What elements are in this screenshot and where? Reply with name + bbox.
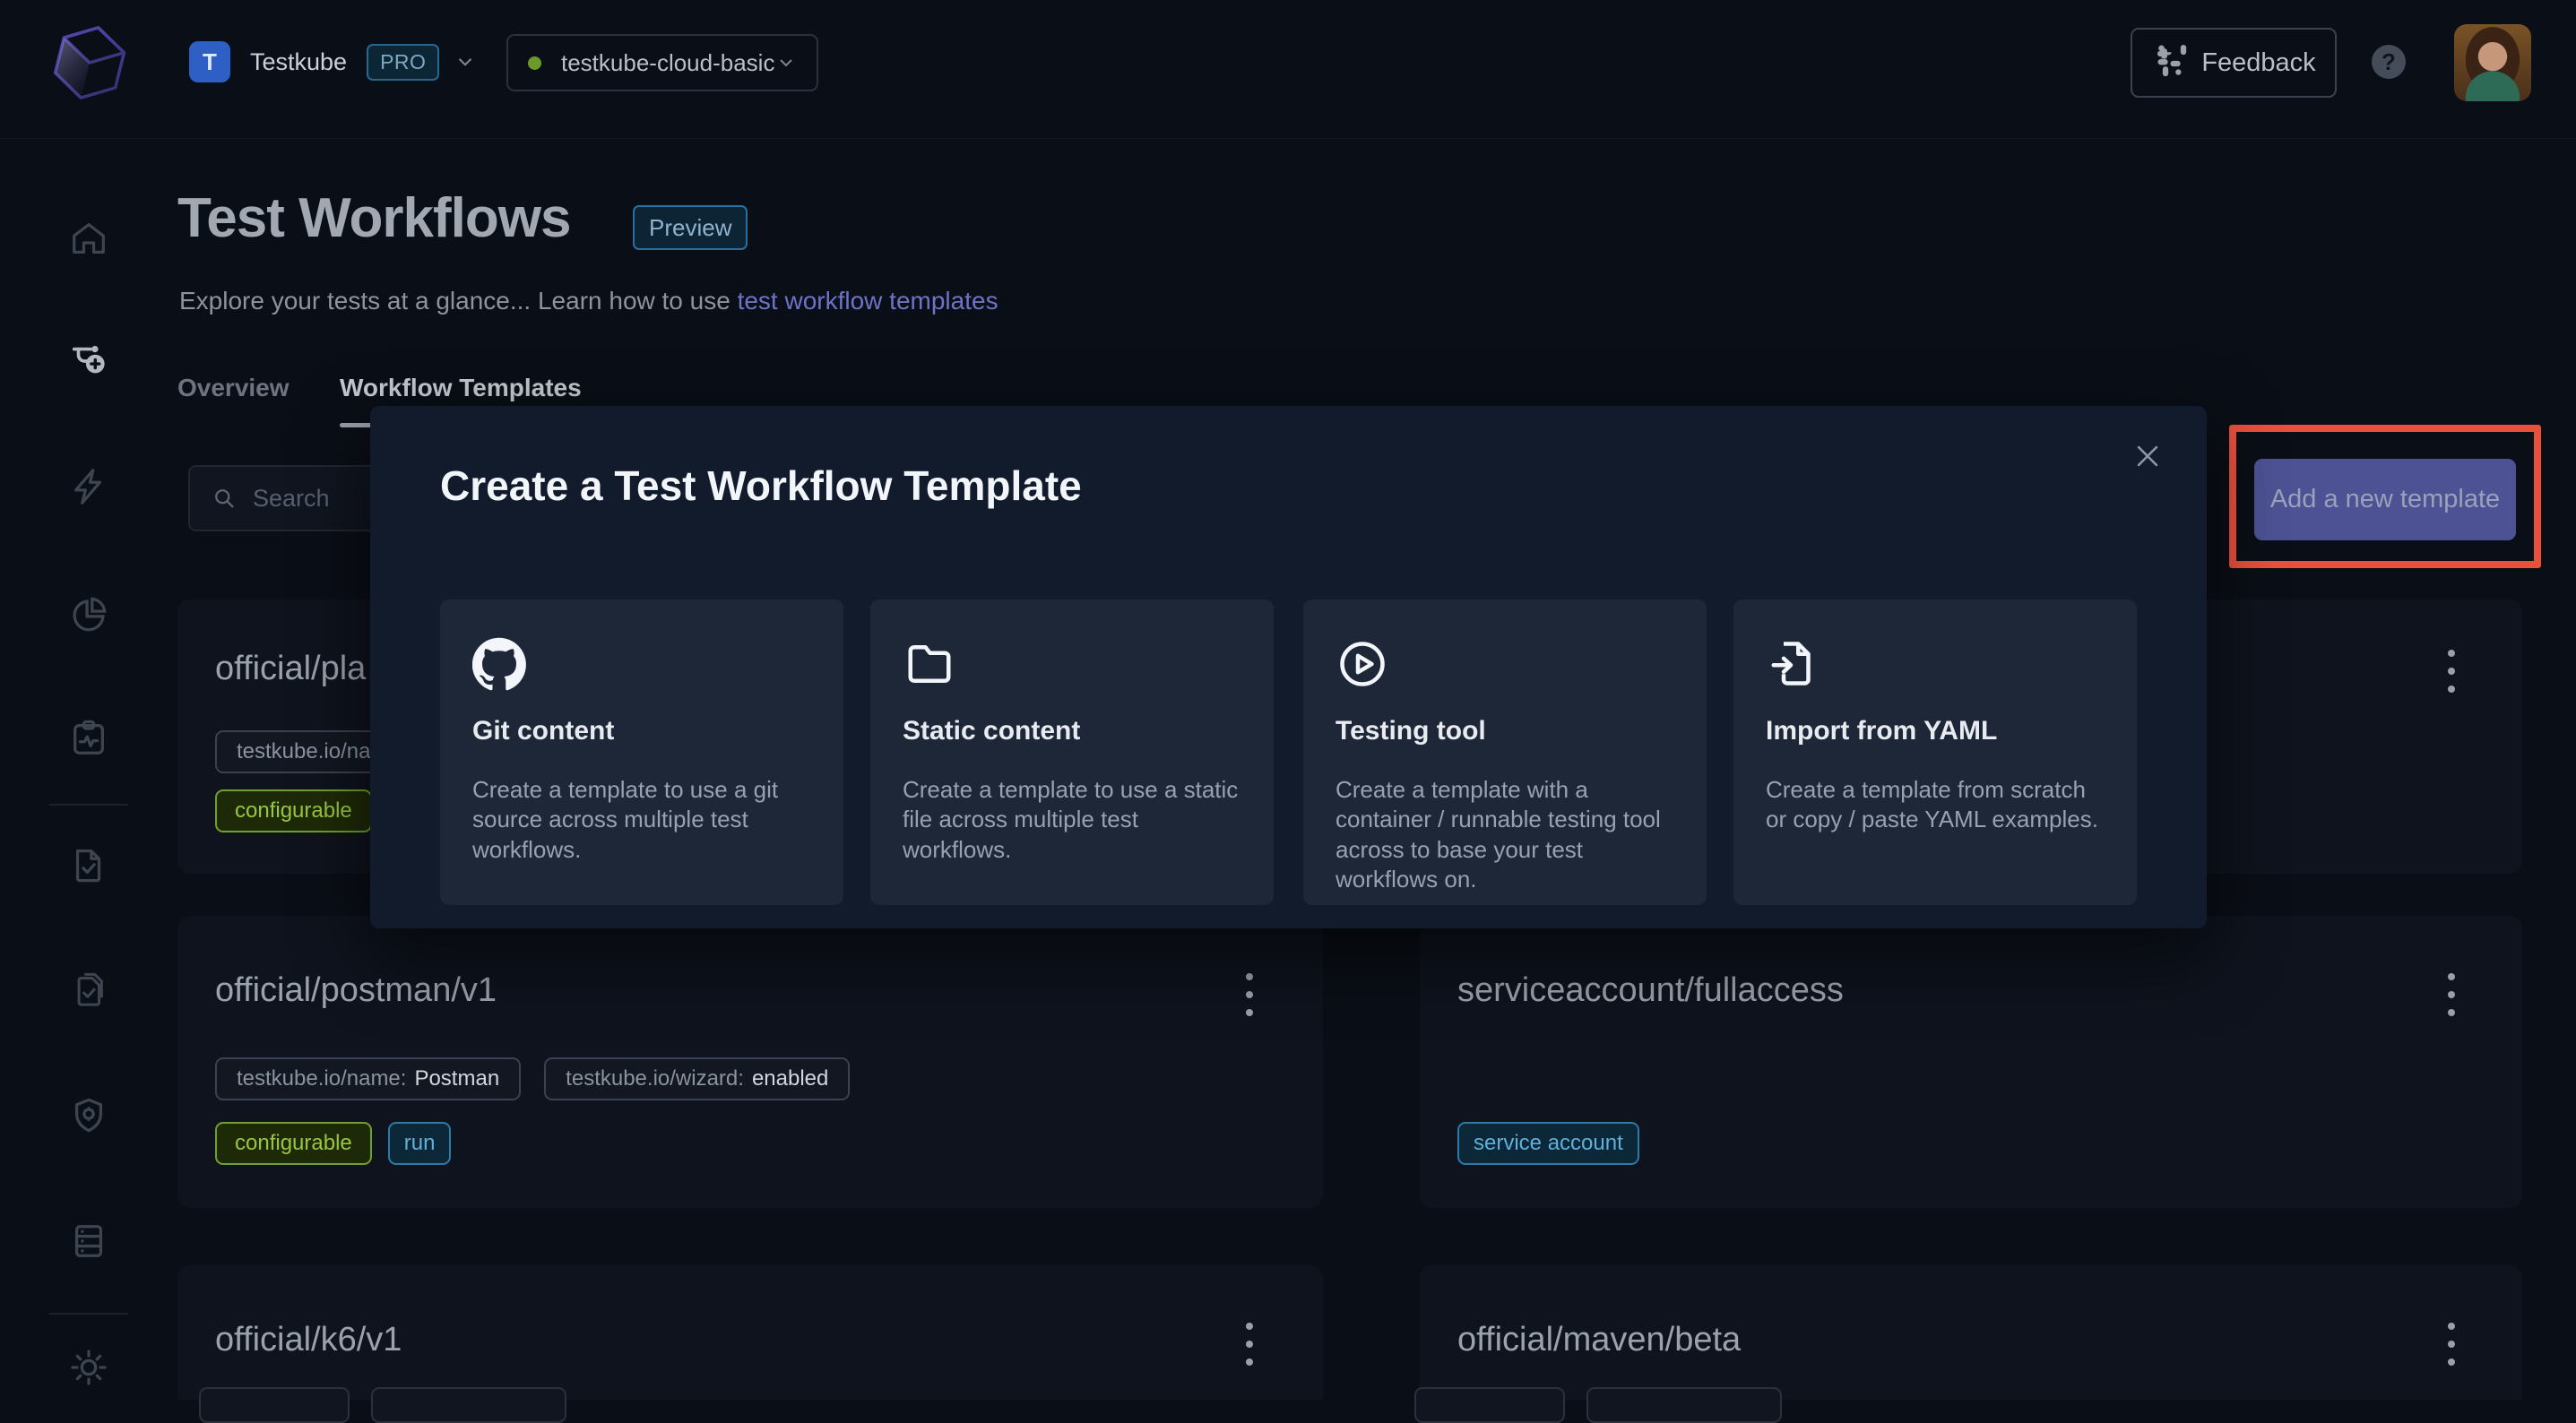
chevron-down-icon (454, 50, 477, 73)
environment-selector[interactable]: testkube-cloud-basic (506, 34, 818, 91)
modal-card-import-yaml[interactable]: Import from YAML Create a template from … (1733, 599, 2137, 905)
sidebar-item-monitoring[interactable] (68, 717, 109, 758)
kebab-menu-icon[interactable] (1232, 968, 1267, 1022)
folder-icon (903, 637, 956, 691)
configurable-badge: configurable (215, 1122, 372, 1165)
template-card-maven[interactable]: official/maven/beta (1420, 1265, 2522, 1400)
label-key: testkube.io/wizard: (566, 1066, 744, 1091)
play-circle-icon (1336, 637, 1389, 691)
modal-card-title: Git content (472, 716, 614, 746)
sidebar-item-home[interactable] (68, 218, 109, 259)
testkube-logo-icon (47, 16, 133, 109)
label-chip (1414, 1387, 1565, 1423)
label-chip (371, 1387, 566, 1423)
modal-card-description: Create a template to use a git source ac… (472, 775, 815, 865)
slack-icon (2151, 45, 2187, 81)
chevron-down-icon (775, 52, 797, 73)
documents-stack-icon (68, 970, 109, 1011)
template-card-serviceaccount[interactable]: serviceaccount/fullaccess service accoun… (1420, 916, 2522, 1208)
subtitle-text: Explore your tests at a glance... Learn … (179, 287, 738, 315)
modal-card-description: Create a template to use a static file a… (903, 775, 1245, 865)
document-check-icon (68, 844, 109, 885)
page-subtitle: Explore your tests at a glance... Learn … (179, 287, 998, 315)
service-account-badge: service account (1457, 1122, 1639, 1165)
label-value: enabled (752, 1066, 828, 1091)
template-title: official/maven/beta (1457, 1321, 1741, 1359)
modal-card-description: Create a template with a container / run… (1336, 775, 1678, 894)
modal-card-title: Static content (903, 716, 1080, 746)
search-icon (212, 486, 237, 511)
page-title: Test Workflows (177, 186, 570, 250)
lightning-icon (68, 466, 109, 507)
kebab-menu-icon[interactable] (2433, 1317, 2469, 1371)
label-key: testkube.io/name: (237, 1066, 406, 1091)
home-icon (68, 218, 109, 259)
label-chip: testkube.io/wizard: enabled (544, 1057, 850, 1100)
modal-card-testing-tool[interactable]: Testing tool Create a template with a co… (1303, 599, 1707, 905)
tab-overview[interactable]: Overview (177, 374, 290, 402)
kebab-menu-icon[interactable] (2433, 644, 2469, 698)
modal-title: Create a Test Workflow Template (440, 461, 1082, 510)
modal-card-description: Create a template from scratch or copy /… (1766, 775, 2108, 835)
modal-card-static-content[interactable]: Static content Create a template to use … (870, 599, 1274, 905)
template-title: official/postman/v1 (215, 971, 497, 1010)
label-value: Postman (414, 1066, 499, 1091)
help-icon[interactable]: ? (2372, 45, 2406, 79)
user-avatar[interactable] (2454, 24, 2531, 101)
run-badge: run (388, 1122, 452, 1165)
template-title: official/k6/v1 (215, 1321, 402, 1359)
server-icon (68, 1220, 109, 1262)
feedback-label: Feedback (2201, 48, 2315, 78)
sidebar-item-settings[interactable] (68, 1347, 109, 1388)
sidebar-divider (49, 1313, 128, 1315)
template-title: serviceaccount/fullaccess (1457, 971, 1844, 1010)
workflow-create-icon (68, 341, 109, 382)
workspace-selector[interactable]: T Testkube PRO (189, 41, 477, 82)
gear-icon (68, 1347, 109, 1388)
template-card-postman[interactable]: official/postman/v1 testkube.io/name: Pos… (177, 916, 1323, 1208)
templates-docs-link[interactable]: test workflow templates (738, 287, 998, 315)
create-template-modal: Create a Test Workflow Template Git cont… (370, 406, 2207, 928)
tab-workflow-templates[interactable]: Workflow Templates (340, 374, 582, 402)
sidebar-item-tests[interactable] (68, 844, 109, 885)
sidebar-item-triggers[interactable] (68, 466, 109, 507)
modal-card-title: Testing tool (1336, 716, 1486, 746)
preview-badge: Preview (633, 205, 748, 250)
sidebar-item-test-suites[interactable] (68, 970, 109, 1011)
environment-name: testkube-cloud-basic (561, 49, 775, 77)
workspace-name: Testkube (250, 48, 347, 76)
shield-gear-icon (68, 1095, 109, 1136)
feedback-button[interactable]: Feedback (2131, 28, 2337, 98)
sidebar-divider (49, 804, 128, 806)
sidebar-item-sources[interactable] (68, 1220, 109, 1262)
template-title: official/pla (215, 650, 366, 688)
configurable-badge: configurable (215, 789, 372, 832)
plan-badge: PRO (367, 44, 439, 81)
sidebar-item-executors[interactable] (68, 1095, 109, 1136)
pie-chart-icon (68, 594, 109, 635)
label-chip (1586, 1387, 1782, 1423)
kebab-menu-icon[interactable] (1232, 1317, 1267, 1371)
modal-card-git-content[interactable]: Git content Create a template to use a g… (440, 599, 843, 905)
add-new-template-button[interactable]: Add a new template (2254, 459, 2516, 540)
sidebar-item-insights[interactable] (68, 594, 109, 635)
kebab-menu-icon[interactable] (2433, 968, 2469, 1022)
sidebar-nav (0, 139, 177, 1400)
top-header: T Testkube PRO testkube-cloud-basic (0, 0, 2576, 139)
close-icon[interactable] (2128, 436, 2167, 476)
sidebar-item-test-workflows[interactable] (68, 341, 109, 382)
environment-status-dot (528, 56, 541, 70)
modal-card-title: Import from YAML (1766, 716, 1997, 746)
clipboard-pulse-icon (68, 717, 109, 758)
label-chip (199, 1387, 350, 1423)
github-icon (472, 637, 526, 691)
workspace-avatar: T (189, 41, 230, 82)
yaml-import-icon (1766, 637, 1820, 691)
template-card-k6[interactable]: official/k6/v1 (177, 1265, 1323, 1400)
label-chip: testkube.io/name: Postman (215, 1057, 521, 1100)
